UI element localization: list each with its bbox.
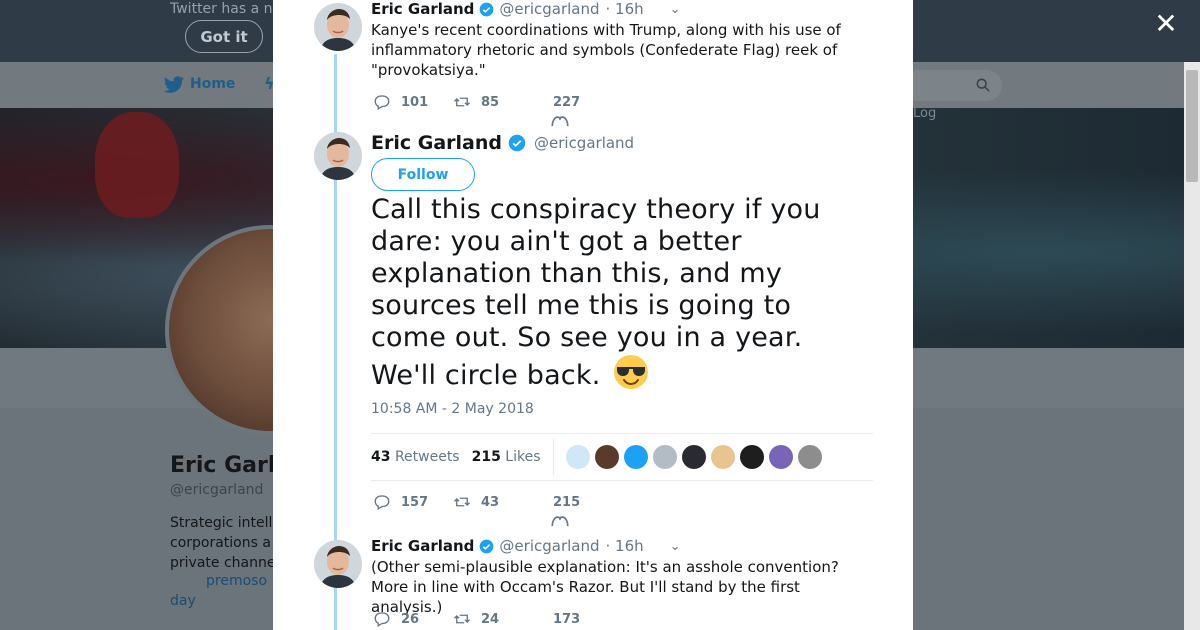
- nav-home[interactable]: Home: [190, 76, 235, 92]
- chevron-down-icon[interactable]: ⌄: [670, 2, 681, 17]
- main-tweet-text-content: Call this conspiracy theory if you dare:…: [371, 194, 821, 391]
- verified-badge-icon: [480, 2, 494, 16]
- dark-avatar-icon[interactable]: [681, 445, 706, 469]
- user-avatar-icon: [314, 132, 362, 180]
- sunglasses-emoji-icon: [614, 355, 649, 389]
- follow-button[interactable]: Follow: [371, 158, 475, 191]
- likes-stat-label: Likes: [505, 449, 541, 465]
- reply-button[interactable]: 157: [373, 493, 453, 511]
- liker-avatars: [565, 445, 827, 469]
- tweet-actions: 101 85 227: [373, 93, 623, 126]
- retweet-icon: [454, 497, 470, 507]
- close-modal-button[interactable]: ✕: [1150, 8, 1182, 40]
- bio-link-day[interactable]: day: [170, 593, 196, 609]
- tweet-text: (Other semi-plausible explanation: It's …: [371, 558, 839, 616]
- tweet-avatar[interactable]: [314, 132, 362, 180]
- retweet-count: 24: [481, 611, 500, 627]
- retweet-icon: [454, 97, 470, 107]
- retweet-count: 85: [481, 94, 500, 110]
- reply-icon: [374, 95, 390, 110]
- heart-icon: [551, 515, 569, 526]
- retweets-stat-count: 43: [371, 449, 391, 465]
- like-count: 215: [553, 494, 581, 510]
- bio-line: Strategic intell: [170, 515, 273, 531]
- like-button[interactable]: 215: [551, 494, 623, 526]
- tweet-header: Eric Garland @ericgarland · 16h ⌄: [371, 537, 681, 555]
- cover-figure: [95, 112, 179, 218]
- gray-avatar-icon[interactable]: [797, 445, 822, 469]
- retweets-stat-label: Retweets: [394, 449, 460, 465]
- tweet-timestamp[interactable]: 10:58 AM - 2 May 2018: [371, 401, 534, 417]
- tweet-author-name[interactable]: Eric Garland: [371, 537, 474, 555]
- tweet-time[interactable]: · 16h: [606, 0, 644, 18]
- retweet-count: 43: [481, 494, 500, 510]
- got-it-button[interactable]: Got it: [185, 20, 263, 53]
- reply-count: 157: [401, 494, 429, 510]
- tweet-modal: Eric Garland @ericgarland · 16h ⌄ Kanye'…: [273, 0, 913, 630]
- colorful-avatar-icon[interactable]: [768, 445, 793, 469]
- tweet-author-handle[interactable]: @ericgarland: [499, 0, 599, 18]
- d-logo-avatar-icon[interactable]: [623, 445, 648, 469]
- reply-count: 101: [401, 94, 429, 110]
- retweet-icon: [454, 614, 470, 624]
- main-tweet-header: Eric Garland @ericgarland: [371, 132, 634, 154]
- retweet-button[interactable]: 85: [453, 93, 553, 111]
- search-box[interactable]: [900, 70, 1002, 101]
- stats-divider: [552, 439, 554, 475]
- retweet-button[interactable]: 24: [453, 610, 553, 628]
- tweet-actions: 157 43 215: [373, 493, 623, 526]
- user-avatar-icon: [314, 3, 362, 51]
- scrollbar-thumb[interactable]: [1186, 70, 1198, 182]
- login-link[interactable]: Log: [913, 106, 936, 121]
- bio-line: corporations a: [170, 535, 271, 551]
- main-tweet-text: Call this conspiracy theory if you dare:…: [371, 194, 851, 392]
- tweet-author-handle[interactable]: @ericgarland: [534, 134, 634, 152]
- tweet-author-name[interactable]: Eric Garland: [371, 0, 474, 18]
- tweet-text: Kanye's recent coordinations with Trump,…: [371, 21, 841, 79]
- dog-avatar-icon[interactable]: [710, 445, 735, 469]
- tweet-avatar[interactable]: [314, 540, 362, 588]
- badge-avatar-icon[interactable]: [739, 445, 764, 469]
- tweet-header: Eric Garland @ericgarland · 16h ⌄: [371, 0, 681, 18]
- tweet-avatar[interactable]: [314, 3, 362, 51]
- reply-icon: [374, 495, 390, 510]
- bio-line: private channe: [170, 555, 276, 571]
- verified-badge-icon: [480, 539, 494, 553]
- like-count: 227: [553, 94, 581, 110]
- reply-button[interactable]: 101: [373, 93, 453, 111]
- anime-avatar-icon[interactable]: [565, 445, 590, 469]
- like-button[interactable]: 173: [553, 612, 623, 627]
- heart-icon: [551, 115, 569, 126]
- tweet-actions: 26 24 173: [373, 610, 623, 628]
- tweet-time[interactable]: · 16h: [606, 537, 644, 555]
- like-count: 173: [553, 611, 581, 627]
- search-icon: [976, 78, 990, 92]
- tweet-author-handle[interactable]: @ericgarland: [499, 537, 599, 555]
- likes-stat[interactable]: 215 Likes: [472, 449, 541, 465]
- like-button[interactable]: 227: [551, 94, 623, 126]
- woman-avatar-icon[interactable]: [594, 445, 619, 469]
- retweets-stat[interactable]: 43 Retweets: [371, 449, 460, 465]
- tweet-stats: 43 Retweets 215 Likes: [371, 433, 873, 481]
- bio-link[interactable]: premoso: [206, 573, 267, 589]
- retweet-button[interactable]: 43: [453, 493, 553, 511]
- verified-badge-icon: [508, 134, 526, 152]
- notice-banner-text: Twitter has a n: [170, 1, 273, 17]
- tweet-author-name[interactable]: Eric Garland: [371, 132, 502, 154]
- reply-button[interactable]: 26: [373, 610, 453, 628]
- profile-handle: @ericgarland: [170, 482, 264, 498]
- reply-count: 26: [401, 611, 420, 627]
- chevron-down-icon[interactable]: ⌄: [670, 539, 681, 554]
- default-avatar-icon[interactable]: [652, 445, 677, 469]
- likes-stat-count: 215: [471, 449, 501, 465]
- user-avatar-icon: [314, 540, 362, 588]
- profile-bio: Strategic intell corporations a private …: [170, 513, 275, 573]
- reply-icon: [374, 612, 390, 627]
- twitter-bird-icon[interactable]: [163, 76, 185, 94]
